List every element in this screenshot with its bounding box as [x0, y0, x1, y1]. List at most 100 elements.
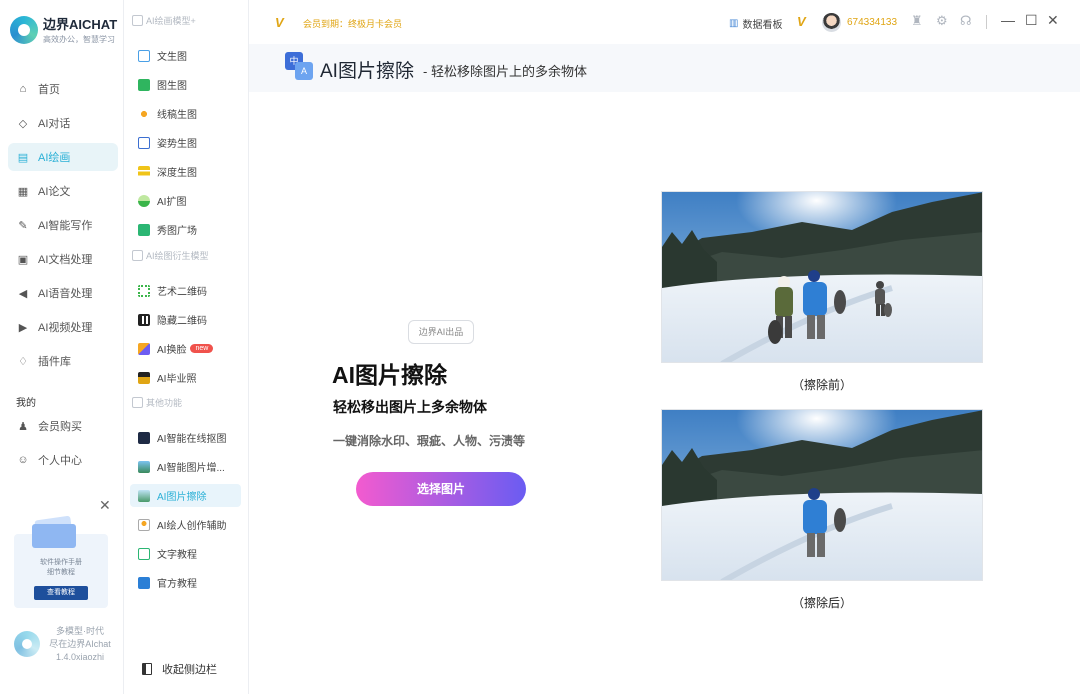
minimize-icon[interactable]: —	[1001, 12, 1015, 28]
shirt-icon[interactable]: ♜	[911, 13, 923, 29]
book-icon	[138, 547, 150, 560]
divider	[986, 15, 987, 29]
sidebar-item-label: 会员购买	[38, 421, 82, 433]
sub-item-image-enhance[interactable]: AI智能图片增...	[130, 455, 241, 478]
sidebar-item-label: AI文档处理	[38, 254, 93, 266]
sub-item-official-tutorial[interactable]: 官方教程	[130, 571, 241, 594]
sidebar-item-ai-writing[interactable]: ✎ AI智能写作	[8, 211, 118, 239]
page-header: 中 A AI图片擦除 - 轻松移除图片上的多余物体	[249, 44, 1080, 92]
hero-subtitle: 轻松移出图片上多余物体	[333, 399, 487, 415]
hero-title: AI图片擦除	[332, 362, 447, 388]
sub-item-label: AI图片擦除	[157, 492, 207, 503]
collapse-sidebar-button[interactable]: 收起侧边栏	[142, 661, 217, 677]
sidebar-item-label: AI对话	[38, 118, 71, 130]
person-icon: ☺	[17, 454, 29, 466]
view-tutorial-button[interactable]: 查看教程	[34, 586, 88, 600]
sub-item-label: AI扩图	[157, 197, 187, 208]
close-icon[interactable]: ✕	[99, 497, 111, 514]
translate-icon: 中 A	[285, 52, 313, 80]
headset-icon[interactable]: ☊	[960, 13, 972, 29]
sub-item-pose-to-image[interactable]: 姿势生图	[130, 131, 241, 154]
select-image-button[interactable]: 选择图片	[356, 472, 526, 506]
sidebar-item-profile[interactable]: ☺ 个人中心	[8, 446, 118, 474]
sidebar-item-membership[interactable]: ♟ 会员购买	[8, 412, 118, 440]
hero-description: 一键消除水印、瑕疵、人物、污渍等	[333, 434, 526, 448]
section-icon	[132, 15, 143, 26]
app-logo[interactable]: 边界AICHAT 高效办公，智慧学习	[10, 14, 117, 45]
sub-item-portrait-assist[interactable]: AI绘人创作辅助	[130, 513, 241, 536]
sub-item-label: AI绘人创作辅助	[157, 521, 227, 532]
sidebar-item-ai-chat[interactable]: ◇ AI对话	[8, 109, 118, 137]
sub-item-cutout[interactable]: AI智能在线抠图	[130, 426, 241, 449]
sub-item-label: AI智能在线抠图	[157, 434, 227, 445]
pose-icon	[138, 136, 150, 149]
app-slogan: 高效办公，智慧学习	[43, 35, 115, 44]
section-other-functions[interactable]: 其他功能	[132, 396, 182, 409]
pen-icon: ✎	[18, 219, 28, 232]
app-name: 边界AICHAT	[43, 17, 118, 32]
sub-item-label: 姿势生图	[157, 139, 197, 150]
sub-item-text-tutorial[interactable]: 文字教程	[130, 542, 241, 565]
sidebar-item-ai-painting[interactable]: ▤ AI绘画	[8, 143, 118, 171]
sub-item-label: 艺术二维码	[157, 287, 207, 298]
section-painting-models[interactable]: AI绘画模型+	[132, 14, 196, 27]
vip-expiry-text[interactable]: 会员到期：终极月卡会员	[303, 17, 402, 30]
promo-line-2: 细节教程	[47, 569, 75, 576]
sub-item-graduation-photo[interactable]: AI毕业照	[130, 366, 241, 389]
sub-item-label: AI智能图片增...	[157, 463, 225, 474]
gear-icon[interactable]: ⚙	[936, 13, 948, 29]
cutout-icon	[138, 431, 150, 444]
sub-item-label: 深度生图	[157, 168, 197, 179]
sidebar-item-home[interactable]: ⌂ 首页	[8, 75, 118, 103]
sub-item-image-erase[interactable]: AI图片擦除	[130, 484, 241, 507]
section-derived-models[interactable]: AI绘图衍生模型	[132, 249, 209, 262]
sidebar-item-ai-video[interactable]: ▶ AI视频处理	[8, 313, 118, 341]
sub-item-image-to-image[interactable]: 图生图	[130, 73, 241, 96]
sub-item-gallery[interactable]: 秀图广场	[130, 218, 241, 241]
portrait-icon	[138, 518, 150, 531]
text-doc-icon: ▣	[17, 253, 29, 266]
sidebar-item-label: AI语音处理	[38, 288, 93, 300]
sub-item-text-to-image[interactable]: 文生图	[130, 44, 241, 67]
dashboard-link[interactable]: ▥ 数据看板	[729, 16, 782, 31]
before-image-svg	[662, 192, 982, 362]
sidebar-item-plugins[interactable]: ♢ 插件库	[8, 347, 118, 375]
page-title: AI图片擦除	[320, 61, 414, 82]
user-id[interactable]: 674334133	[847, 17, 897, 28]
after-image	[661, 409, 983, 581]
face-swap-icon	[138, 342, 150, 355]
sub-item-label: 隐藏二维码	[157, 316, 207, 327]
footer-line-2: 尽在边界AIchat	[49, 639, 111, 649]
sub-item-sketch-to-image[interactable]: 线稿生图	[130, 102, 241, 125]
sidebar-item-label: AI论文	[38, 186, 71, 198]
enhance-icon	[138, 460, 150, 473]
avatar[interactable]	[822, 13, 841, 32]
sub-item-face-swap[interactable]: AI换脸 new	[130, 337, 241, 360]
feature-sidebar: AI绘画模型+ 文生图 图生图 线稿生图 姿势生图 深度生图 AI扩图 秀图广场…	[124, 0, 249, 694]
before-image	[661, 191, 983, 363]
sidebar-item-ai-document[interactable]: ▣ AI文档处理	[8, 245, 118, 273]
vip-badge-icon: V	[797, 14, 806, 29]
maximize-icon[interactable]: ☐	[1025, 12, 1038, 29]
sidebar-item-label: 插件库	[38, 356, 71, 368]
sub-item-art-qrcode[interactable]: 艺术二维码	[130, 279, 241, 302]
promo-line-1: 软件操作手册	[40, 559, 82, 566]
footer-text: 多模型·时代 尽在边界AIchat 1.4.0xiaozhi	[42, 625, 118, 664]
after-caption: （擦除后）	[791, 596, 852, 610]
sub-item-outpaint[interactable]: AI扩图	[130, 189, 241, 212]
sidebar-item-ai-paper[interactable]: ▦ AI论文	[8, 177, 118, 205]
bar-chart-icon: ▥	[729, 18, 739, 29]
sketch-icon	[138, 107, 150, 120]
sidebar-item-label: AI智能写作	[38, 220, 93, 232]
app-version: 1.4.0xiaozhi	[55, 652, 105, 662]
image-icon: ▤	[17, 151, 29, 164]
sub-item-depth-to-image[interactable]: 深度生图	[130, 160, 241, 183]
sub-item-hidden-qrcode[interactable]: 隐藏二维码	[130, 308, 241, 331]
cube-icon: ◇	[18, 117, 28, 130]
image-image-icon	[138, 78, 150, 91]
sidebar-item-ai-voice[interactable]: ◀ AI语音处理	[8, 279, 118, 307]
footer-line-1: 多模型·时代	[56, 626, 104, 636]
main-sidebar: 边界AICHAT 高效办公，智慧学习 ⌂ 首页 ◇ AI对话 ▤ AI绘画 ▦ AI论文…	[0, 0, 124, 694]
close-icon[interactable]: ✕	[1047, 12, 1059, 29]
layers-icon	[138, 165, 150, 178]
